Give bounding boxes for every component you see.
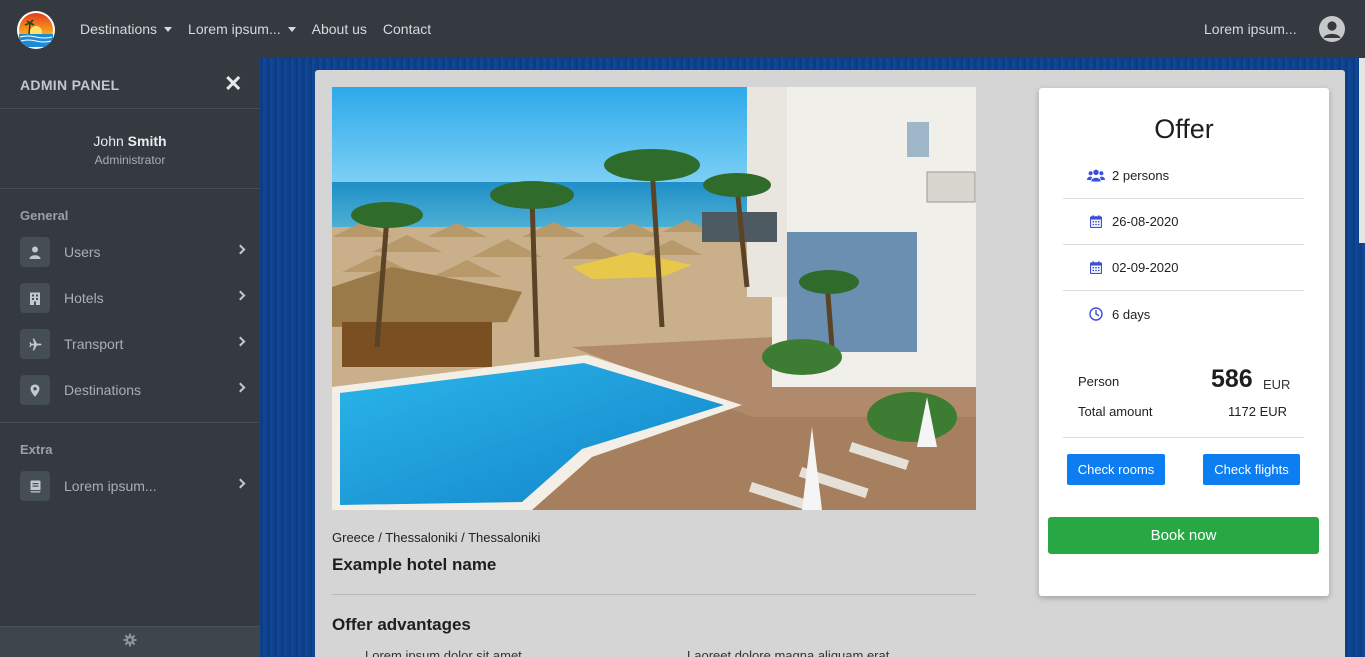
hotel-photo — [332, 87, 976, 510]
user-last-name: Smith — [127, 133, 167, 149]
chevron-right-icon — [235, 382, 246, 393]
sidebar-item-label: Users — [64, 244, 101, 260]
chevron-right-icon — [235, 244, 246, 255]
breadcrumb: Greece / Thessaloniki / Thessaloniki — [332, 530, 541, 545]
person-price-label: Person — [1078, 374, 1120, 389]
close-icon[interactable]: ✕ — [224, 73, 242, 95]
section-extra-title: Extra — [20, 442, 53, 457]
offer-date-from-row: 26-08-2020 — [1063, 199, 1304, 245]
nav-about-us[interactable]: About us — [312, 21, 367, 37]
sidebar-item-hotels[interactable]: Hotels — [20, 282, 248, 314]
section-general-title: General — [20, 208, 69, 223]
users-icon — [1086, 168, 1106, 184]
nav-lorem-label: Lorem ipsum... — [188, 21, 281, 37]
main-menu: Destinations Lorem ipsum... About us Con… — [80, 0, 447, 58]
divider — [0, 108, 260, 109]
advantage-item: Laoreet dolore magna aliquam erat — [687, 648, 890, 657]
divider — [0, 188, 260, 189]
divider — [332, 594, 976, 595]
person-price-currency: EUR — [1263, 377, 1291, 392]
calendar-icon — [1086, 260, 1106, 276]
nav-about-label: About us — [311, 21, 367, 37]
chevron-right-icon — [235, 290, 246, 301]
check-rooms-button[interactable]: Check rooms — [1067, 454, 1165, 485]
divider — [1063, 437, 1304, 438]
sidebar-footer — [0, 626, 260, 657]
page-scrollbar[interactable] — [1359, 58, 1365, 243]
offer-title: Offer — [1154, 114, 1214, 144]
nav-lorem-ipsum[interactable]: Lorem ipsum... — [188, 21, 296, 37]
sidebar-item-lorem[interactable]: Lorem ipsum... — [20, 470, 248, 502]
book-icon — [20, 471, 50, 501]
sidebar-item-destinations[interactable]: Destinations — [20, 374, 248, 406]
offer-duration-row: 6 days — [1063, 291, 1304, 337]
admin-sidebar: ADMIN PANEL ✕ John Smith Administrator G… — [0, 58, 260, 657]
sidebar-item-label: Hotels — [64, 290, 104, 306]
offer-persons: 2 persons — [1112, 168, 1170, 183]
calendar-icon — [1086, 214, 1106, 230]
caret-down-icon — [287, 26, 296, 32]
user-circle-icon[interactable] — [1319, 16, 1345, 42]
nav-destinations[interactable]: Destinations — [80, 21, 173, 37]
sidebar-item-label: Destinations — [64, 382, 142, 398]
advantage-item: Lorem ipsum dolor sit amet — [365, 648, 522, 657]
user-icon — [20, 237, 50, 267]
check-flights-button[interactable]: Check flights — [1203, 454, 1300, 485]
book-now-button[interactable]: Book now — [1048, 517, 1319, 554]
advantages-title: Offer advantages — [332, 615, 471, 634]
offer-date-to-row: 02-09-2020 — [1063, 245, 1304, 291]
nav-user-menu[interactable]: Lorem ipsum... — [1204, 21, 1297, 37]
chevron-right-icon — [235, 478, 246, 489]
map-marker-icon — [20, 375, 50, 405]
total-amount-value: 1172 EUR — [1228, 404, 1288, 419]
plane-icon — [20, 329, 50, 359]
nav-destinations-label: Destinations — [80, 21, 158, 37]
chevron-right-icon — [235, 336, 246, 347]
clock-icon — [1086, 306, 1106, 322]
gear-icon[interactable] — [123, 633, 137, 652]
total-amount-label: Total amount — [1078, 404, 1153, 419]
top-navbar: Destinations Lorem ipsum... About us Con… — [0, 0, 1365, 58]
offer-date-from: 26-08-2020 — [1112, 214, 1179, 229]
nav-contact[interactable]: Contact — [383, 21, 431, 37]
caret-down-icon — [164, 26, 173, 32]
sunset-beach-logo[interactable] — [17, 11, 55, 49]
user-role: Administrator — [94, 153, 166, 167]
offer-date-to: 02-09-2020 — [1112, 260, 1179, 275]
nav-contact-label: Contact — [382, 21, 432, 37]
hotel-name: Example hotel name — [332, 555, 497, 574]
offer-persons-row: 2 persons — [1063, 153, 1304, 199]
offer-duration: 6 days — [1112, 306, 1151, 322]
divider — [0, 422, 260, 423]
sidebar-item-transport[interactable]: Transport — [20, 328, 248, 360]
user-name: John Smith — [0, 133, 260, 149]
sidebar-item-users[interactable]: Users — [20, 236, 248, 268]
offer-panel: Offer 2 persons 26-08-2020 02-09-2020 6 … — [1039, 88, 1329, 596]
user-first-name: John — [93, 133, 124, 149]
building-icon — [20, 283, 50, 313]
sidebar-title: ADMIN PANEL — [20, 77, 120, 93]
sidebar-item-label: Lorem ipsum... — [64, 478, 157, 494]
sidebar-item-label: Transport — [64, 336, 124, 352]
person-price-value: 586 — [1211, 365, 1253, 393]
